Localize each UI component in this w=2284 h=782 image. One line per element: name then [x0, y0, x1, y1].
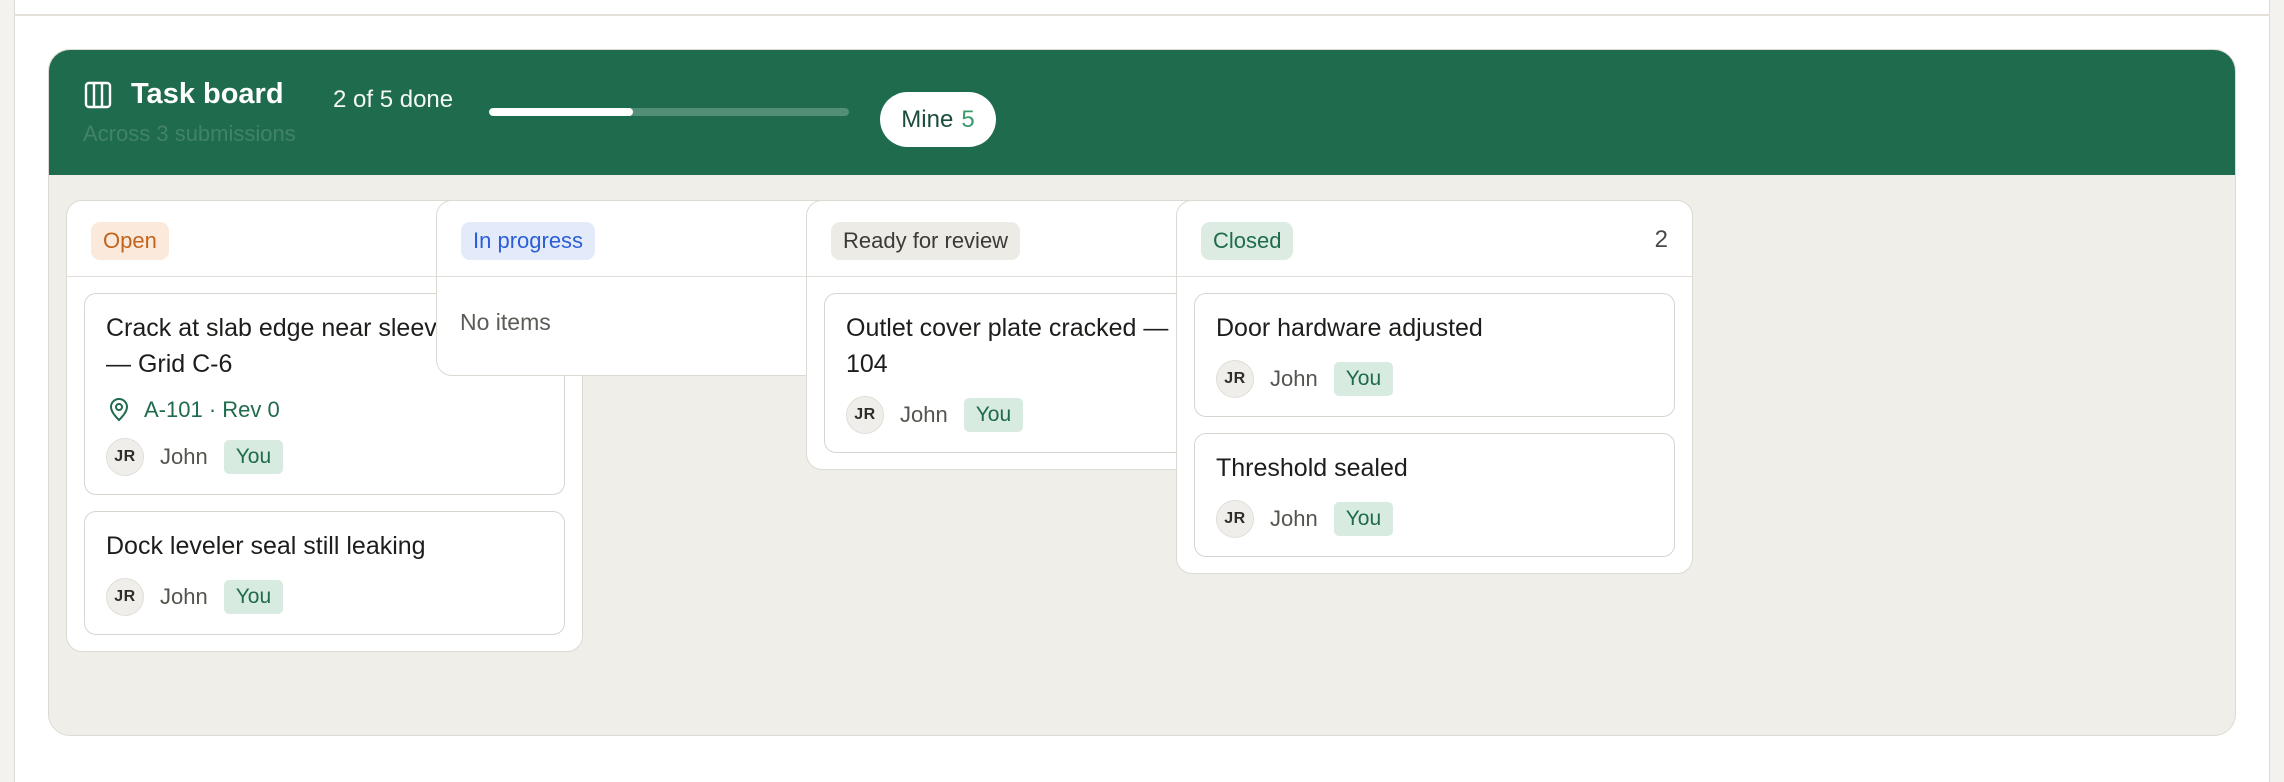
mine-filter-label: Mine: [901, 105, 954, 133]
avatar: JR: [1216, 360, 1254, 398]
assignee-name: John: [160, 584, 208, 609]
task-title: Threshold sealed: [1216, 454, 1408, 482]
task-assignee: JR John You: [106, 578, 544, 616]
you-tag: You: [1333, 502, 1394, 536]
column-closed: Closed 2 Door hardware adjusted JR John You Th…: [1176, 200, 1693, 574]
task-card[interactable]: Door hardware adjusted JR John You: [1194, 293, 1675, 417]
avatar: JR: [846, 396, 884, 434]
mine-filter-count: 5: [961, 105, 975, 133]
status-badge: Open: [91, 222, 169, 260]
progress-label: 2 of 5 done: [333, 86, 454, 113]
you-tag: You: [1333, 362, 1394, 396]
board-title: Task board: [131, 78, 284, 110]
task-title: Door hardware adjusted: [1216, 314, 1483, 342]
assignee-name: John: [1270, 506, 1318, 531]
you-tag: You: [223, 440, 284, 474]
task-card[interactable]: Threshold sealed JR John You: [1194, 433, 1675, 557]
location-label: A-101 · Rev 0: [144, 397, 280, 422]
avatar: JR: [106, 438, 144, 476]
board-columns-icon: [84, 81, 112, 109]
assignee-name: John: [160, 444, 208, 469]
you-tag: You: [963, 398, 1024, 432]
column-header: Closed 2: [1177, 201, 1692, 277]
avatar: JR: [1216, 500, 1254, 538]
map-pin-icon: [106, 397, 132, 423]
mine-filter-button[interactable]: Mine 5: [880, 92, 996, 147]
assignee-name: John: [1270, 366, 1318, 391]
status-badge: Closed: [1201, 222, 1294, 260]
board-subtitle: Across 3 submissions: [83, 121, 296, 146]
top-divider: [14, 14, 2270, 16]
progress-bar: [489, 108, 849, 116]
you-tag: You: [223, 580, 284, 614]
task-assignee: JR John You: [1216, 360, 1654, 398]
assignee-name: John: [900, 402, 948, 427]
task-assignee: JR John You: [106, 438, 544, 476]
progress-bar-fill: [489, 108, 633, 116]
board-header: Task board Across 3 submissions 2 of 5 d…: [49, 50, 2235, 175]
column-count: 2: [1654, 226, 1668, 253]
status-badge: In progress: [461, 222, 596, 260]
column-body: Door hardware adjusted JR John You Threshold…: [1177, 277, 1692, 573]
task-title: Dock leveler seal still leaking: [106, 532, 426, 560]
avatar: JR: [106, 578, 144, 616]
status-badge: Ready for review: [831, 222, 1021, 260]
task-location[interactable]: A-101 · Rev 0: [106, 396, 544, 424]
task-assignee: JR John You: [1216, 500, 1654, 538]
task-board: Task board Across 3 submissions 2 of 5 d…: [48, 49, 2236, 736]
task-card[interactable]: Dock leveler seal still leaking JR John You: [84, 511, 565, 635]
